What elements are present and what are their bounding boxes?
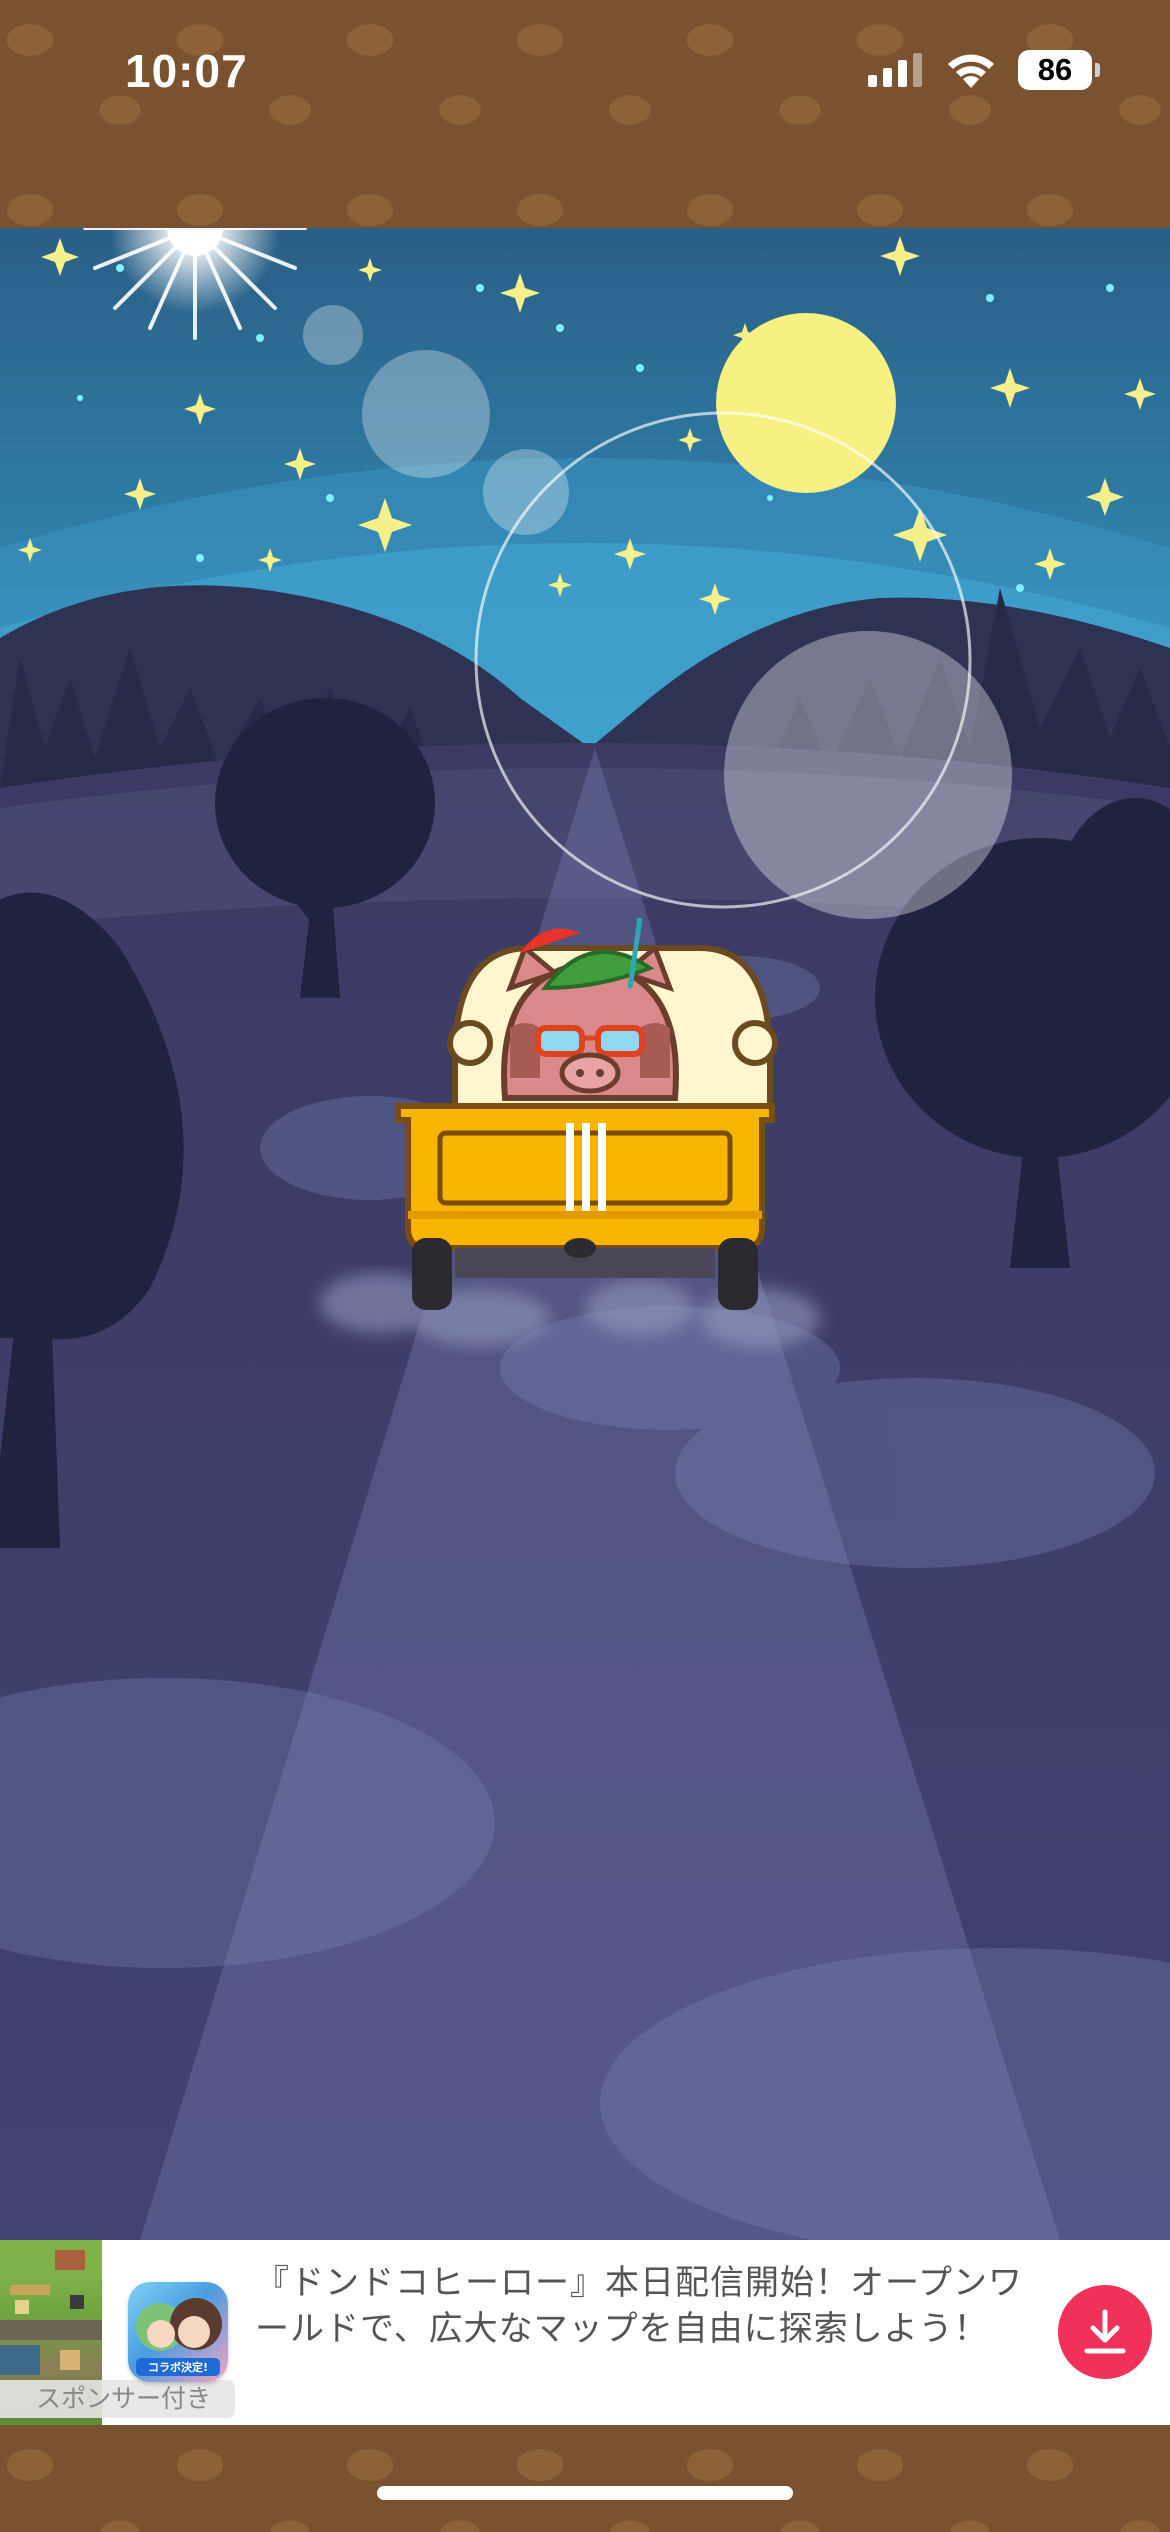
app-icon-badge: コラボ決定! <box>148 2360 208 2374</box>
ad-banner[interactable]: スポンサー付き コラボ決定! 『ドンドコヒーロー』本日配信開始！オープンワールド… <box>0 2240 1170 2425</box>
moon <box>716 313 896 493</box>
status-bar: 10:07 86 <box>0 0 1170 150</box>
download-button[interactable] <box>1058 2285 1152 2379</box>
ad-app-icon[interactable]: コラボ決定! <box>128 2282 228 2382</box>
sponsor-label: スポンサー付き <box>0 2380 236 2418</box>
bottom-frame <box>0 2425 1170 2532</box>
wifi-icon <box>948 54 994 88</box>
ad-text[interactable]: 『ドンドコヒーロー』本日配信開始！オープンワールドで、広大なマップを自由に探索し… <box>255 2260 1035 2352</box>
battery-icon: 86 <box>1018 50 1100 90</box>
home-indicator[interactable] <box>377 2486 793 2500</box>
status-time: 10:07 <box>125 45 248 97</box>
app-icon-art: コラボ決定! <box>136 2298 222 2376</box>
joystick-knob[interactable] <box>724 631 1012 919</box>
status-icons: 86 <box>868 50 1100 90</box>
download-icon <box>1084 2309 1126 2354</box>
battery-level: 86 <box>1037 52 1073 87</box>
game-screen: 10:07 86 スポンサー付き コラボ決定! 『ドンドコヒーロー』本日配信開始… <box>0 0 1170 2532</box>
signal-icon <box>868 53 922 87</box>
game-scene[interactable] <box>0 228 1170 2240</box>
